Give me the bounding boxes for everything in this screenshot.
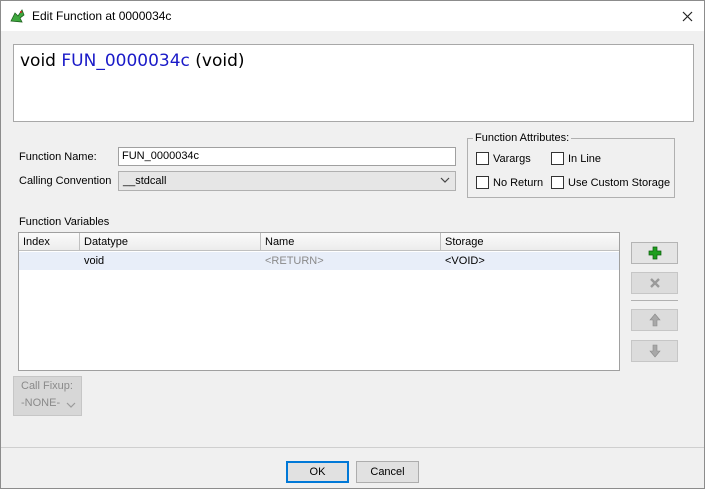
close-button[interactable] bbox=[670, 1, 704, 31]
signature-text: void FUN_0000034c (void) bbox=[20, 51, 245, 71]
call-fixup-group: Call Fixup: -NONE- bbox=[13, 376, 82, 416]
cell-index bbox=[19, 252, 80, 270]
function-variables-label: Function Variables bbox=[19, 216, 110, 228]
calling-convention-value: __stdcall bbox=[123, 175, 167, 187]
table-header: Index Datatype Name Storage bbox=[19, 233, 619, 251]
delete-variable-button[interactable] bbox=[631, 272, 678, 294]
window-title: Edit Function at 0000034c bbox=[32, 9, 172, 23]
function-name-input[interactable]: FUN_0000034c bbox=[118, 147, 456, 166]
checkbox-box bbox=[551, 176, 564, 189]
arrow-down-icon bbox=[648, 344, 661, 358]
column-header-index[interactable]: Index bbox=[19, 233, 80, 251]
signature-editor[interactable]: void FUN_0000034c (void) bbox=[13, 44, 694, 122]
custom-storage-checkbox[interactable]: Use Custom Storage bbox=[551, 176, 670, 189]
checkbox-box bbox=[476, 152, 489, 165]
cancel-button[interactable]: Cancel bbox=[356, 461, 419, 483]
function-variables-table[interactable]: Index Datatype Name Storage void <RETURN… bbox=[18, 232, 620, 371]
signature-return-type: void bbox=[20, 51, 56, 71]
call-fixup-select[interactable]: -NONE- bbox=[21, 397, 60, 409]
footer-separator bbox=[1, 447, 704, 448]
add-variable-button[interactable] bbox=[631, 242, 678, 264]
cell-datatype[interactable]: void bbox=[80, 252, 261, 270]
chevron-down-icon bbox=[66, 402, 76, 408]
function-attributes-legend: Function Attributes: bbox=[473, 132, 572, 144]
calling-convention-select[interactable]: __stdcall bbox=[118, 171, 456, 191]
varargs-checkbox[interactable]: Varargs bbox=[476, 152, 531, 165]
delete-x-icon bbox=[649, 278, 660, 288]
custom-storage-label: Use Custom Storage bbox=[568, 176, 671, 189]
inline-checkbox[interactable]: In Line bbox=[551, 152, 601, 165]
column-header-datatype[interactable]: Datatype bbox=[80, 233, 261, 251]
table-row[interactable]: void <RETURN> <VOID> bbox=[19, 252, 619, 270]
move-down-button[interactable] bbox=[631, 340, 678, 362]
arrow-up-icon bbox=[648, 313, 661, 327]
inline-label: In Line bbox=[568, 152, 602, 165]
column-header-storage[interactable]: Storage bbox=[441, 233, 619, 251]
signature-params: (void) bbox=[195, 51, 245, 71]
side-button-separator bbox=[631, 300, 678, 301]
no-return-label: No Return bbox=[493, 176, 544, 189]
call-fixup-label: Call Fixup: bbox=[21, 380, 73, 392]
checkbox-box bbox=[551, 152, 564, 165]
plus-icon bbox=[648, 246, 661, 260]
cell-storage[interactable]: <VOID> bbox=[441, 252, 619, 270]
move-up-button[interactable] bbox=[631, 309, 678, 331]
checkbox-box bbox=[476, 176, 489, 189]
no-return-checkbox[interactable]: No Return bbox=[476, 176, 543, 189]
ok-button[interactable]: OK bbox=[286, 461, 349, 483]
column-header-name[interactable]: Name bbox=[261, 233, 441, 251]
dragon-app-icon bbox=[9, 7, 26, 24]
title-bar: Edit Function at 0000034c bbox=[1, 1, 704, 31]
varargs-label: Varargs bbox=[493, 152, 531, 165]
chevron-down-icon bbox=[440, 177, 450, 183]
function-name-label: Function Name: bbox=[19, 151, 97, 163]
cell-name[interactable]: <RETURN> bbox=[261, 252, 441, 270]
signature-function-name: FUN_0000034c bbox=[61, 51, 190, 71]
function-attributes-group bbox=[467, 138, 675, 198]
calling-convention-label: Calling Convention bbox=[19, 175, 112, 187]
edit-function-dialog: Edit Function at 0000034c void FUN_00000… bbox=[0, 0, 705, 489]
close-icon bbox=[682, 11, 692, 21]
